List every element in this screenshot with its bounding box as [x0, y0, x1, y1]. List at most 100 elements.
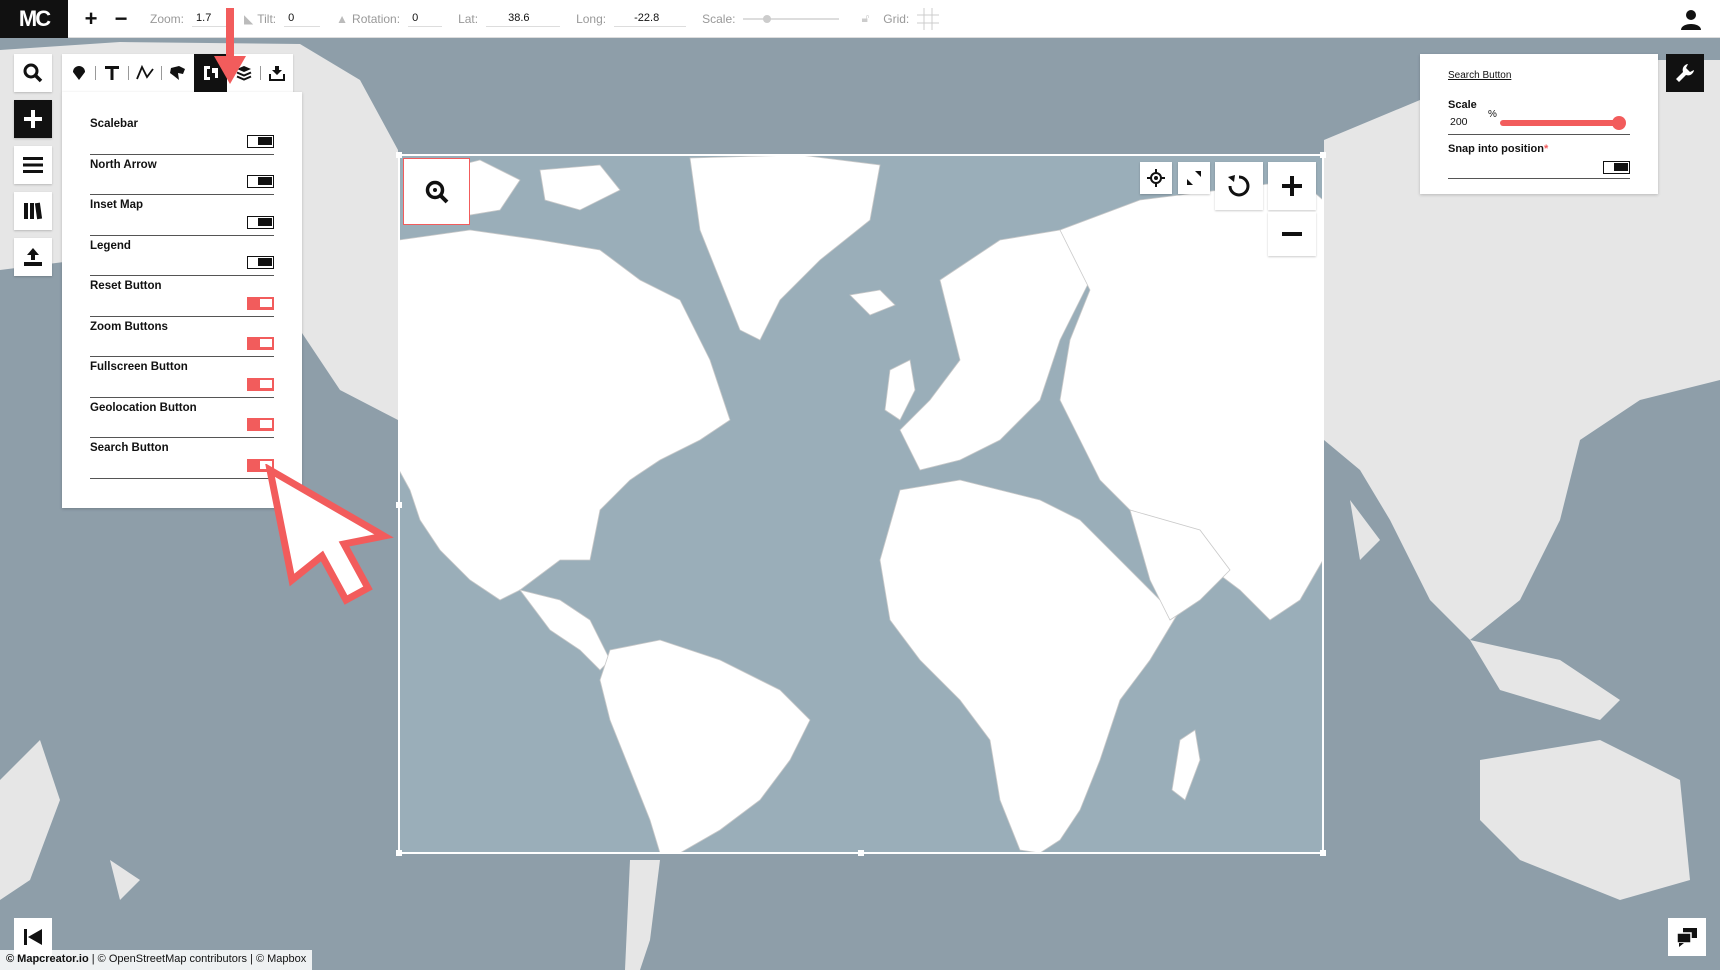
tilt-label: Tilt:: [257, 11, 277, 26]
zoom-out-map-button[interactable]: [1268, 212, 1316, 256]
tab-lines[interactable]: [128, 54, 161, 92]
lat-label: Lat:: [458, 11, 479, 26]
download-icon: [268, 66, 285, 81]
resize-handle[interactable]: [1320, 850, 1326, 856]
upload-button[interactable]: [14, 238, 52, 276]
attribution-brand[interactable]: © Mapcreator.io: [6, 953, 89, 965]
fullscreen-button[interactable]: [1178, 162, 1210, 194]
wrench-icon: [1676, 64, 1694, 82]
rotation-param: ▲ Rotation: 0: [336, 10, 443, 27]
resize-handle[interactable]: [396, 502, 402, 508]
print-area-frame[interactable]: [396, 152, 1326, 856]
zoom-in-map-button[interactable]: [1268, 162, 1316, 210]
panel-row: Fullscreen Button: [90, 357, 274, 398]
panel-row: Search Button: [90, 438, 274, 479]
panel-row: Zoom Buttons: [90, 317, 274, 357]
panel-row-label: Geolocation Button: [90, 401, 197, 414]
plus-icon: [24, 110, 42, 128]
polyline-icon: [135, 65, 154, 80]
scale-setting-row: 200 %: [1448, 109, 1630, 135]
grid-icon[interactable]: [917, 7, 940, 30]
books-icon: [24, 202, 43, 220]
required-mark: *: [1543, 143, 1549, 155]
scale-unit: %: [1488, 109, 1497, 120]
layers-list-button[interactable]: [14, 146, 52, 184]
settings-button[interactable]: [1666, 54, 1704, 92]
chat-icon: [1676, 928, 1697, 947]
reset-button[interactable]: [1215, 162, 1263, 210]
video-camera-icon: [24, 929, 42, 945]
panel-row-label: Fullscreen Button: [90, 361, 188, 373]
snap-toggle[interactable]: [1603, 161, 1630, 174]
panel-row-toggle[interactable]: [247, 134, 274, 148]
annotation-cursor-icon: [265, 464, 394, 605]
tilt-input[interactable]: 0: [284, 10, 321, 27]
panel-row: North Arrow: [90, 155, 274, 195]
element-config-panel: Search Button Scale 200 % Snap into posi…: [1420, 54, 1658, 194]
logo[interactable]: MC: [0, 0, 68, 38]
text-icon: [104, 66, 119, 80]
scale-param: Scale:: [702, 11, 840, 26]
add-tool-button[interactable]: [14, 100, 52, 138]
panel-row-label: Reset Button: [90, 280, 162, 292]
scale-setting-input[interactable]: 200: [1450, 116, 1488, 128]
list-icon: [23, 157, 43, 173]
panel-row: Scalebar: [90, 114, 274, 155]
long-input[interactable]: -22.8: [614, 10, 687, 27]
attribution-credits: | © OpenStreetMap contributors | © Mapbo…: [88, 953, 307, 965]
tab-text[interactable]: [95, 54, 128, 92]
user-icon[interactable]: [1680, 8, 1702, 30]
lat-param: Lat: 38.6: [458, 10, 561, 27]
marker-icon: [72, 66, 85, 80]
attribution: © Mapcreator.io | © OpenStreetMap contri…: [0, 950, 313, 970]
scale-setting-slider[interactable]: [1500, 116, 1626, 130]
scale-setting-label: Scale: [1448, 99, 1477, 111]
map-elements-panel: Scalebar North Arrow Inset Map Legend Reset …: [62, 92, 302, 508]
crosshair-icon: [1147, 169, 1165, 187]
zoom-label: Zoom:: [150, 11, 185, 26]
config-title[interactable]: Search Button: [1448, 70, 1630, 81]
annotation-arrow-down-icon: [214, 8, 246, 84]
zoom-in-button[interactable]: +: [78, 6, 104, 32]
fullscreen-icon: [1187, 171, 1201, 185]
scale-setting-knob[interactable]: [1612, 116, 1626, 130]
panel-row: Legend: [90, 236, 274, 276]
upload-icon: [24, 248, 42, 266]
lock-icon[interactable]: 🔓︎: [861, 11, 869, 26]
lat-input[interactable]: 38.6: [486, 10, 561, 27]
panel-row-toggle[interactable]: [247, 418, 274, 431]
tab-areas[interactable]: [161, 54, 194, 92]
scale-slider[interactable]: [743, 14, 840, 23]
panel-row-label: Search Button: [90, 442, 169, 454]
long-label: Long:: [576, 11, 607, 26]
grid-param: 🔓︎ Grid:: [861, 7, 940, 30]
search-icon: [425, 180, 448, 203]
panel-row-toggle[interactable]: [247, 175, 274, 188]
resize-handle[interactable]: [396, 850, 402, 856]
resize-handle[interactable]: [858, 850, 864, 856]
chat-button[interactable]: [1668, 918, 1706, 956]
snap-row: [1448, 155, 1630, 179]
tab-markers[interactable]: [62, 54, 95, 92]
panel-row-toggle[interactable]: [247, 256, 274, 269]
geolocation-button[interactable]: [1140, 162, 1172, 194]
resize-handle[interactable]: [1320, 152, 1326, 158]
zoom-out-button[interactable]: −: [108, 6, 134, 32]
panel-row-toggle[interactable]: [247, 337, 274, 350]
minus-icon: [1282, 232, 1302, 236]
rotation-input[interactable]: 0: [408, 10, 443, 27]
library-button[interactable]: [14, 192, 52, 230]
scale-label: Scale:: [702, 11, 736, 26]
panel-row-toggle[interactable]: [247, 296, 274, 310]
resize-handle[interactable]: [396, 152, 402, 158]
map-search-button[interactable]: [403, 158, 470, 225]
search-tool-button[interactable]: [14, 54, 52, 92]
scale-slider-knob[interactable]: [763, 14, 772, 23]
panel-row-toggle[interactable]: [247, 377, 274, 391]
panel-row: Inset Map: [90, 195, 274, 236]
panel-row-label: Legend: [90, 239, 131, 252]
panel-row-toggle[interactable]: [247, 215, 274, 229]
tilt-param: ◣ Tilt: 0: [244, 10, 321, 27]
panel-row-label: Inset Map: [90, 199, 144, 211]
tab-export[interactable]: [260, 54, 293, 92]
